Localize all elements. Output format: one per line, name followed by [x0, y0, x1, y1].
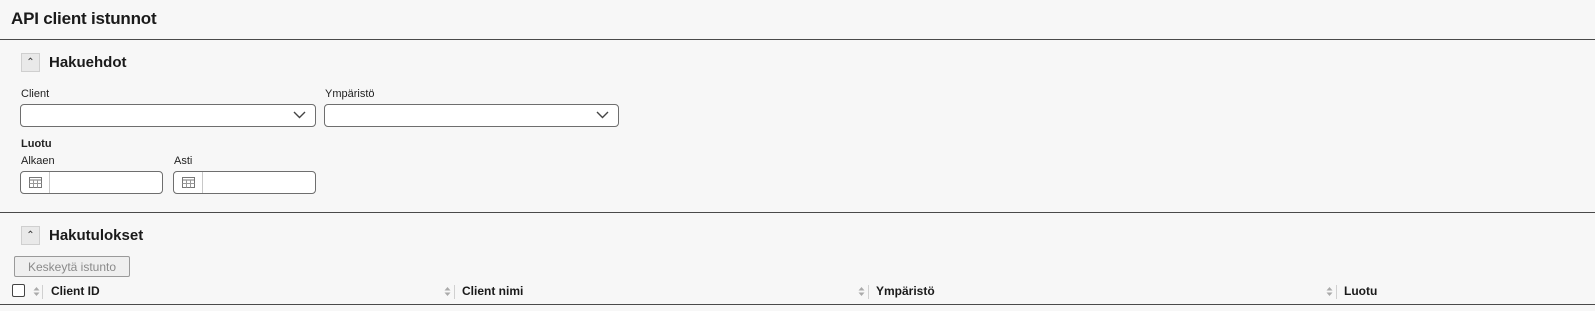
results-section-title: Hakutulokset	[49, 227, 144, 244]
column-separator	[868, 285, 869, 299]
suspend-session-button[interactable]: Keskeytä istunto	[14, 256, 130, 277]
to-label: Asti	[174, 155, 193, 167]
page-title: API client istunnot	[11, 9, 157, 28]
header-divider	[0, 39, 1595, 40]
sort-icon[interactable]	[444, 286, 451, 297]
to-date-input[interactable]	[203, 172, 313, 193]
sort-icon[interactable]	[858, 286, 865, 297]
chevron-down-icon	[596, 111, 609, 119]
search-section-title: Hakuehdot	[49, 54, 127, 71]
from-date-field[interactable]	[20, 171, 163, 194]
column-header-client-id[interactable]: Client ID	[51, 284, 100, 298]
select-all-checkbox[interactable]	[12, 284, 25, 297]
from-label: Alkaen	[21, 155, 55, 167]
sort-icon[interactable]	[1326, 286, 1333, 297]
chevron-down-icon	[293, 111, 306, 119]
to-calendar-button[interactable]	[174, 172, 203, 193]
environment-label: Ympäristö	[325, 88, 375, 100]
column-separator	[1336, 285, 1337, 299]
results-section-header: ⌃ Hakutulokset	[21, 226, 143, 245]
calendar-icon	[181, 177, 195, 188]
section-divider	[0, 212, 1595, 213]
column-separator	[42, 285, 43, 299]
client-select[interactable]	[20, 104, 316, 127]
sort-icon[interactable]	[33, 286, 40, 297]
from-calendar-button[interactable]	[21, 172, 50, 193]
column-header-client-name[interactable]: Client nimi	[462, 284, 523, 298]
results-collapse-button[interactable]: ⌃	[21, 226, 40, 245]
client-label: Client	[21, 88, 50, 100]
table-header-underline	[0, 304, 1595, 305]
chevron-up-icon: ⌃	[26, 230, 35, 241]
results-table-header: Client ID Client nimi Ympäristö Luotu	[0, 283, 1595, 303]
column-header-environment[interactable]: Ympäristö	[876, 284, 935, 298]
search-section-header: ⌃ Hakuehdot	[21, 53, 127, 72]
column-header-created[interactable]: Luotu	[1344, 284, 1377, 298]
column-separator	[454, 285, 455, 299]
from-date-input[interactable]	[50, 172, 160, 193]
environment-select[interactable]	[324, 104, 619, 127]
to-date-field[interactable]	[173, 171, 316, 194]
search-collapse-button[interactable]: ⌃	[21, 53, 40, 72]
created-label: Luotu	[21, 138, 52, 150]
chevron-up-icon: ⌃	[26, 57, 35, 68]
calendar-icon	[28, 177, 42, 188]
